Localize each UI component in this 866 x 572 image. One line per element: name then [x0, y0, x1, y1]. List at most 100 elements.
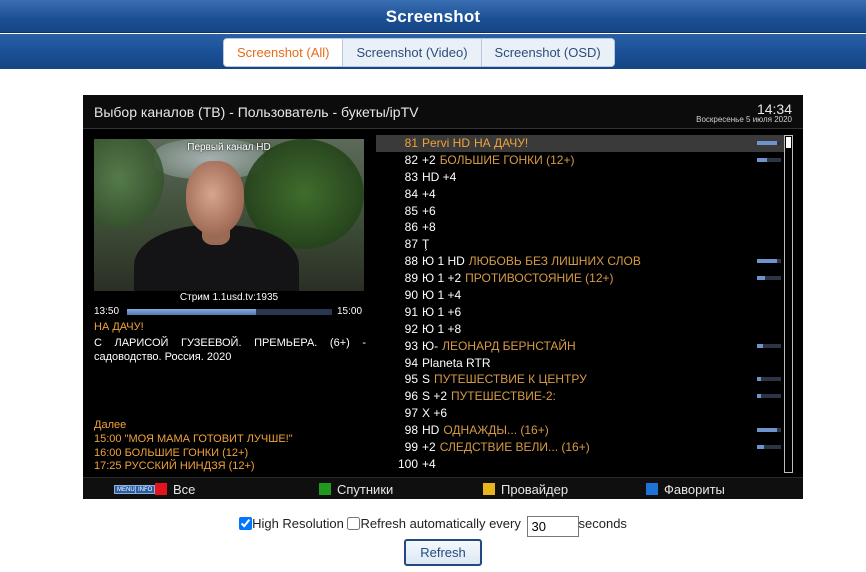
channel-event-progress	[757, 157, 781, 162]
channel-row[interactable]: 88 Ю 1 HD ЛЮБОВЬ БЕЗ ЛИШНИХ СЛОВ	[376, 253, 784, 270]
channel-list-scrollbar	[784, 135, 793, 473]
channel-row[interactable]: 83 HD +4	[376, 169, 784, 186]
next-events-list: 15:00 "МОЯ МАМА ГОТОВИТ ЛУЧШЕ!" 16:00 БО…	[94, 433, 293, 474]
channel-name: Ю-	[422, 338, 439, 353]
screenshot-tabs: Screenshot (All) Screenshot (Video) Scre…	[223, 38, 615, 67]
channel-row[interactable]: 99 +2 СЛЕДСТВИЕ ВЕЛИ... (16+)	[376, 439, 784, 456]
channel-row[interactable]: 96 S +2 ПУТЕШЕСТВИЕ-2:	[376, 388, 784, 405]
tab-screenshot-all[interactable]: Screenshot (All)	[224, 39, 344, 66]
channel-number: 97	[404, 406, 418, 421]
channel-number: 100	[397, 456, 418, 471]
channel-number: 94	[404, 355, 418, 370]
channel-number: 88	[404, 254, 418, 269]
channel-row[interactable]: 87 Ţ	[376, 236, 784, 253]
channel-name: HD	[422, 423, 440, 438]
event-progress-bar	[127, 309, 332, 315]
channel-row[interactable]: 97 X +6	[376, 405, 784, 422]
channel-row[interactable]: 82 +2 БОЛЬШИЕ ГОНКИ (12+)	[376, 152, 784, 169]
channel-event-progress-fill	[757, 157, 767, 162]
preview-person-head	[186, 161, 244, 235]
channel-number: 84	[404, 186, 418, 201]
channel-row[interactable]: 95 S ПУТЕШЕСТВИЕ К ЦЕНТРУ	[376, 371, 784, 388]
channel-number: 96	[404, 389, 418, 404]
channel-row[interactable]: 86 +8	[376, 219, 784, 236]
channel-name: Ю 1 +2	[422, 271, 462, 286]
channel-row[interactable]: 92 Ю 1 +8	[376, 321, 784, 338]
seconds-label: seconds	[578, 516, 627, 531]
channel-event-progress	[757, 259, 781, 264]
channel-current-event: ПУТЕШЕСТВИЕ-2:	[451, 389, 556, 404]
channel-name: Ю 1 +8	[422, 321, 462, 336]
channel-current-event: ЛЮБОВЬ БЕЗ ЛИШНИХ СЛОВ	[468, 254, 641, 269]
preview-channel-logo: Первый канал HD	[187, 142, 271, 153]
channel-row[interactable]: 100 +4	[376, 456, 784, 473]
channel-event-progress	[757, 394, 781, 399]
event-end-time: 15:00	[337, 306, 363, 317]
channel-number: 95	[404, 372, 418, 387]
key-label-provider: Провайдер	[501, 482, 569, 497]
channel-number: 81	[404, 136, 418, 150]
channel-number: 85	[404, 203, 418, 218]
channel-current-event: ПУТЕШЕСТВИЕ К ЦЕНТРУ	[434, 372, 587, 387]
page-title: Screenshot	[385, 7, 481, 26]
channel-number: 91	[404, 304, 418, 319]
auto-refresh-label: Refresh automatically every	[360, 516, 521, 531]
channel-row[interactable]: 91 Ю 1 +6	[376, 304, 784, 321]
stream-info: Стрим 1.1usd.tv:1935	[179, 292, 279, 303]
next-event: 15:00 "МОЯ МАМА ГОТОВИТ ЛУЧШЕ!"	[94, 433, 293, 445]
channel-row[interactable]: 94 Planeta RTR	[376, 355, 784, 372]
channel-name: +2	[422, 440, 436, 455]
channel-event-progress	[757, 428, 781, 433]
channel-row[interactable]: 93 Ю- ЛЕОНАРД БЕРНСТАЙН	[376, 338, 784, 355]
refresh-interval-input[interactable]	[526, 516, 579, 537]
event-description: С ЛАРИСОЙ ГУЗЕЕВОЙ. ПРЕМЬЕРА. (6+) - сад…	[94, 337, 366, 363]
tab-screenshot-osd[interactable]: Screenshot (OSD)	[481, 39, 614, 66]
channel-event-progress-fill	[757, 377, 761, 382]
channel-current-event: ЛЕОНАРД БЕРНСТАЙН	[442, 338, 576, 353]
event-title: НА ДАЧУ!	[94, 321, 144, 333]
tv-screenshot: Выбор каналов (ТВ) - Пользователь - буке…	[83, 95, 803, 499]
green-key-icon	[319, 483, 331, 495]
osd-title: Выбор каналов (ТВ) - Пользователь - буке…	[94, 104, 419, 120]
channel-row[interactable]: 85 +6	[376, 203, 784, 220]
high-resolution-checkbox[interactable]	[239, 517, 253, 530]
key-label-favorites: Фавориты	[664, 482, 725, 497]
channel-number: 86	[404, 220, 418, 235]
refresh-options: High Resolution Refresh automatically ev…	[0, 516, 866, 537]
channel-row[interactable]: 89 Ю 1 +2 ПРОТИВОСТОЯНИЕ (12+)	[376, 270, 784, 287]
channel-row[interactable]: 98 HD ОДНАЖДЫ... (16+)	[376, 422, 784, 439]
next-event: 17:25 РУССКИЙ НИНДЗЯ (12+)	[94, 460, 255, 472]
tab-screenshot-video[interactable]: Screenshot (Video)	[343, 39, 482, 66]
channel-event-progress	[757, 141, 781, 145]
yellow-key-icon	[483, 483, 495, 495]
channel-number: 89	[404, 271, 418, 286]
channel-event-progress-fill	[757, 445, 765, 450]
channel-name: +8	[422, 220, 436, 235]
channel-name: S +2	[422, 389, 448, 404]
channel-number: 83	[404, 169, 418, 184]
channel-row[interactable]: 81 Pervi HD НА ДАЧУ!	[376, 135, 784, 152]
video-preview: Первый канал HD	[94, 139, 364, 291]
channel-event-progress	[757, 377, 781, 382]
red-key-icon	[155, 483, 167, 495]
refresh-button[interactable]: Refresh	[404, 539, 482, 566]
channel-name: +4	[422, 456, 436, 471]
channel-row[interactable]: 84 +4	[376, 186, 784, 203]
channel-name: Planeta RTR	[422, 355, 491, 370]
channel-name: Ю 1 +6	[422, 304, 462, 319]
blue-key-icon	[646, 483, 658, 495]
channel-name: Ю 1 +4	[422, 288, 462, 303]
scrollbar-thumb	[786, 137, 791, 148]
channel-number: 82	[404, 152, 418, 167]
channel-number: 90	[404, 288, 418, 303]
next-events-label: Далее	[94, 419, 127, 431]
channel-row[interactable]: 90 Ю 1 +4	[376, 287, 784, 304]
channel-current-event: ОДНАЖДЫ... (16+)	[443, 423, 549, 438]
channel-current-event: ПРОТИВОСТОЯНИЕ (12+)	[465, 271, 614, 286]
channel-name: +4	[422, 186, 436, 201]
auto-refresh-checkbox[interactable]	[347, 517, 361, 530]
channel-number: 92	[404, 321, 418, 336]
channel-event-progress	[757, 343, 781, 348]
channel-event-progress	[757, 445, 781, 450]
event-start-time: 13:50	[94, 306, 120, 317]
